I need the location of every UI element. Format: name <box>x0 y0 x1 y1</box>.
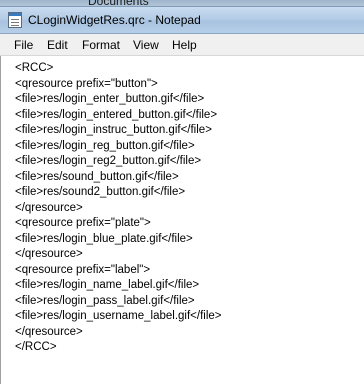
text-line: </qresource> <box>15 248 83 260</box>
text-line: </qresource> <box>15 201 83 214</box>
menu-file[interactable]: File <box>14 38 33 52</box>
text-line: <file>res/login_reg2_button.gif</file> <box>15 155 202 167</box>
text-line: <file>res/sound2_button.gif</file> <box>15 186 186 198</box>
menu-view[interactable]: View <box>133 38 159 52</box>
text-line: <qresource prefix="button"> <box>15 77 158 90</box>
text-line: <RCC> <box>15 62 54 74</box>
text-line: <file>res/login_reg_button.gif</file> <box>15 139 195 152</box>
text-line: <file>res/login_instruc_button.gif</file… <box>15 124 212 136</box>
text-line: <file>res/login_pass_label.gif</file> <box>15 294 195 307</box>
text-line: <file>res/login_enter_button.gif</file> <box>15 93 205 105</box>
text-line: <qresource prefix="label"> <box>15 263 151 276</box>
title-bar[interactable]: CLoginWidgetRes.qrc - Notepad <box>0 6 364 34</box>
text-line: <file>res/login_username_label.gif</file… <box>15 310 222 322</box>
text-line: <file>res/login_blue_plate.gif</file> <box>15 232 193 245</box>
text-line: <qresource prefix="plate"> <box>15 217 151 229</box>
window-title: CLoginWidgetRes.qrc - Notepad <box>28 13 201 27</box>
text-editor-area[interactable]: <RCC> <qresource prefix="button"> <file>… <box>0 56 364 384</box>
text-line: </RCC> <box>15 341 57 353</box>
notepad-screenshot: Documents CLoginWidgetRes.qrc - Notepad … <box>0 0 364 384</box>
menu-help[interactable]: Help <box>172 38 197 52</box>
notepad-icon[interactable] <box>8 12 22 28</box>
document-text: <RCC> <qresource prefix="button"> <file>… <box>15 61 222 356</box>
menu-format[interactable]: Format <box>82 38 120 52</box>
menu-bar: File Edit Format View Help <box>0 34 364 56</box>
menu-edit[interactable]: Edit <box>47 38 68 52</box>
text-line: </qresource> <box>15 325 83 338</box>
text-line: <file>res/login_name_label.gif</file> <box>15 279 200 291</box>
text-line: <file>res/login_entered_button.gif</file… <box>15 108 218 121</box>
text-line: <file>res/sound_button.gif</file> <box>15 170 179 183</box>
